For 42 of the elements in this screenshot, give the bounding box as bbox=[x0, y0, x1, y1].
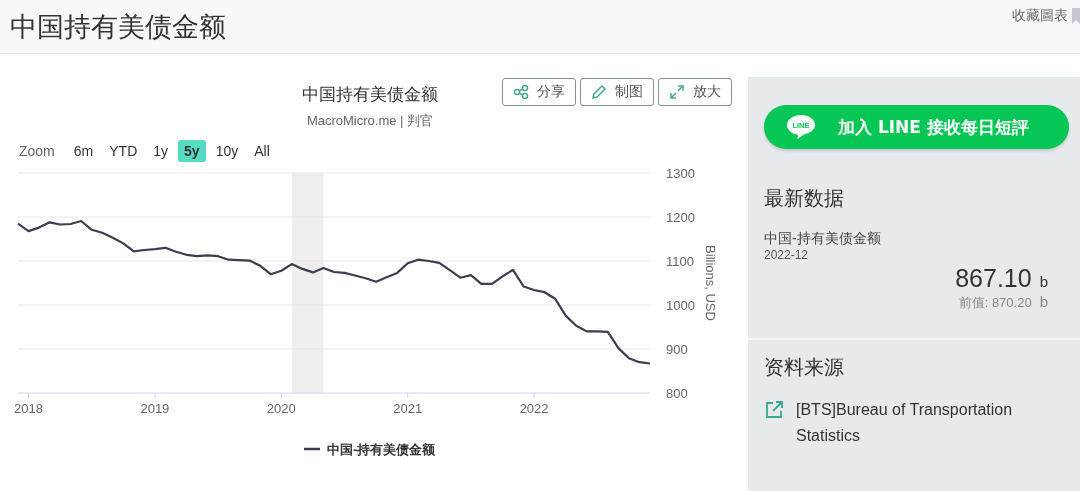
y-axis-label: 1300 bbox=[666, 166, 695, 181]
bookmark-icon[interactable] bbox=[1072, 8, 1080, 24]
zoom-range-button[interactable]: 10y bbox=[209, 140, 245, 162]
y-axis-label: 1200 bbox=[666, 210, 695, 225]
x-axis-label: 2018 bbox=[14, 401, 43, 416]
zoom-range-button[interactable]: 6m bbox=[67, 140, 100, 162]
page-title: 中国持有美债金额 bbox=[10, 10, 226, 44]
external-link-icon[interactable] bbox=[764, 400, 784, 420]
unit-label: b bbox=[1039, 273, 1048, 290]
pencil-icon bbox=[591, 84, 607, 100]
x-axis-label: 2019 bbox=[140, 401, 170, 416]
y-axis-title: Billions, USD bbox=[703, 245, 718, 321]
zoom-range-button[interactable]: 1y bbox=[147, 140, 175, 162]
y-axis-label: 800 bbox=[666, 386, 688, 401]
bookmark-link[interactable]: 收藏圖表 bbox=[1012, 7, 1068, 25]
expand-icon bbox=[669, 84, 685, 100]
zoom-range-button[interactable]: All bbox=[248, 140, 276, 162]
x-axis-label: 2020 bbox=[266, 401, 296, 416]
y-axis-label: 1000 bbox=[666, 298, 695, 313]
source-link[interactable]: [BTS]Bureau of Transportation Statistics bbox=[796, 397, 1026, 449]
legend-item[interactable]: 中国-持有美债金额 bbox=[304, 442, 436, 457]
share-icon bbox=[513, 84, 529, 100]
zoom-range-button[interactable]: YTD bbox=[103, 140, 144, 162]
y-axis-label: 1100 bbox=[666, 254, 694, 269]
section-heading: 最新数据 bbox=[764, 186, 845, 211]
chart-title: 中国持有美债金额 bbox=[302, 84, 438, 106]
unit-label: b bbox=[1039, 293, 1048, 310]
x-axis-label: 2021 bbox=[393, 401, 423, 416]
chart-action-button[interactable]: 放大 bbox=[658, 78, 732, 106]
data-date: 2022-12 bbox=[764, 248, 810, 262]
legend-label: 中国-持有美债金额 bbox=[327, 442, 437, 457]
zoom-label: Zoom bbox=[18, 143, 56, 159]
chart-action-button[interactable]: 制图 bbox=[580, 78, 654, 106]
x-axis-label: 2022 bbox=[519, 401, 549, 416]
previous-value: 前值: 870.20 bbox=[958, 295, 1032, 310]
section-heading: 资料来源 bbox=[764, 355, 845, 380]
chart-action-button[interactable]: 分享 bbox=[502, 78, 576, 106]
series-name: 中国-持有美债金额 bbox=[764, 230, 882, 248]
chart-subtitle: MacroMicro.me | 判官 bbox=[305, 112, 435, 130]
zoom-range-button[interactable]: 5y bbox=[178, 140, 206, 162]
y-axis-label: 900 bbox=[666, 342, 688, 357]
latest-value: 867.10 bbox=[955, 264, 1032, 292]
